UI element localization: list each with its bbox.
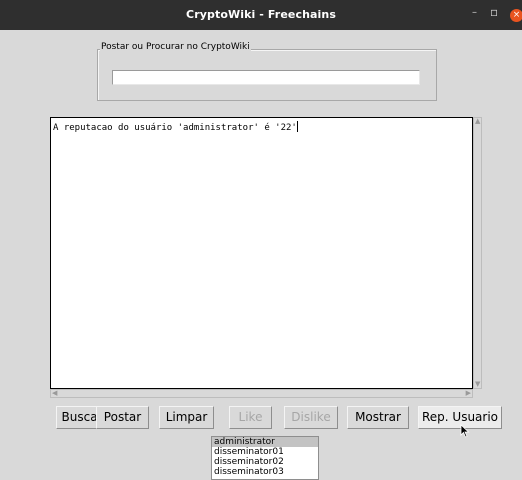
minimize-icon[interactable]: –	[472, 7, 477, 18]
vertical-scrollbar[interactable]: ▲ ▼	[473, 117, 482, 389]
mostrar-button[interactable]: Mostrar	[347, 406, 409, 429]
text-caret	[296, 121, 298, 132]
postar-button[interactable]: Postar	[96, 406, 149, 429]
limpar-button[interactable]: Limpar	[159, 406, 214, 429]
scroll-left-arrow-icon[interactable]: ◀	[52, 390, 57, 397]
search-input[interactable]	[112, 70, 420, 85]
list-item[interactable]: administrator	[212, 437, 318, 447]
list-item[interactable]: disseminator01	[212, 447, 318, 457]
user-listbox[interactable]: administrator disseminator01 disseminato…	[211, 436, 319, 480]
scroll-down-arrow-icon[interactable]: ▼	[475, 381, 480, 388]
window-title: CryptoWiki - Freechains	[186, 8, 336, 21]
scrollbar-corner	[473, 389, 482, 398]
list-item[interactable]: disseminator03	[212, 467, 318, 477]
maximize-icon[interactable]: ▫	[490, 5, 498, 19]
scroll-up-arrow-icon[interactable]: ▲	[475, 118, 480, 125]
list-item[interactable]: disseminator02	[212, 457, 318, 467]
close-icon[interactable]: ×	[510, 9, 522, 22]
output-text-line: A reputacao do usuário 'administrator' é…	[53, 123, 297, 133]
output-text-area[interactable]: A reputacao do usuário 'administrator' é…	[50, 117, 473, 389]
title-bar: CryptoWiki - Freechains – ▫ ×	[0, 0, 522, 30]
mouse-pointer-icon	[460, 424, 470, 438]
scroll-right-arrow-icon[interactable]: ▶	[466, 390, 471, 397]
search-frame-label: Postar ou Procurar no CryptoWiki	[100, 42, 251, 52]
dislike-button[interactable]: Dislike	[284, 406, 338, 429]
horizontal-scrollbar[interactable]: ◀ ▶	[50, 389, 473, 398]
like-button[interactable]: Like	[229, 406, 272, 429]
